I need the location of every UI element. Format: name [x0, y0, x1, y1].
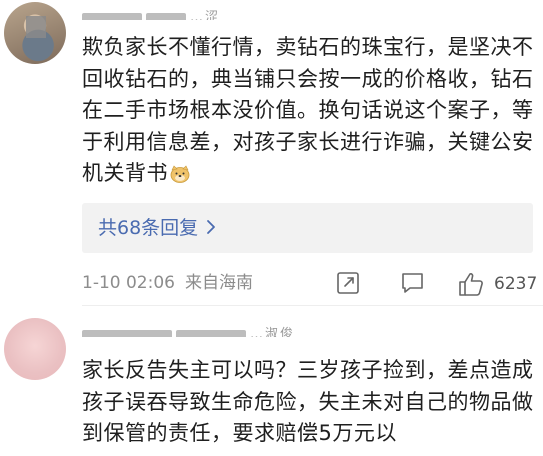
username[interactable]: …涩 — [82, 6, 262, 20]
comment-text-content: 家长反告失主可以吗？三岁孩子捡到，差点造成孩子误吞导致生命危险，失主未对自己的物… — [82, 358, 534, 445]
username-blur — [146, 13, 186, 20]
comment-text: 家长反告失主可以吗？三岁孩子捡到，差点造成孩子误吞导致生命危险，失主未对自己的物… — [82, 355, 537, 450]
comment-text: 欺负家长不懂行情，卖钻石的珠宝行，是坚决不回收钻石的，典当铺只会按一成的价格收，… — [82, 32, 537, 190]
comment-location: 来自海南 — [184, 273, 253, 293]
username-blur — [82, 330, 172, 337]
avatar-blur — [26, 16, 46, 38]
view-replies-link[interactable]: 共68条回复 — [98, 216, 216, 240]
username-blur — [82, 13, 142, 20]
share-icon[interactable] — [336, 271, 362, 295]
comment-icon[interactable] — [400, 271, 426, 295]
comment-item: …涩 欺负家长不懂行情，卖钻石的珠宝行，是坚决不回收钻石的，典当铺只会按一成的价… — [0, 0, 543, 305]
chevron-right-icon — [207, 220, 216, 234]
username[interactable]: …淑俊 — [82, 323, 322, 337]
thumbs-up-icon — [459, 273, 483, 296]
avatar[interactable] — [4, 318, 66, 380]
timestamp: 1-10 02:06 来自海南 — [82, 271, 263, 295]
like-button[interactable]: 6237 — [458, 271, 538, 297]
doge-emoji-icon — [170, 165, 190, 183]
username-text: …淑俊 — [250, 327, 296, 337]
username-blur — [176, 330, 246, 337]
replies-label: 共68条回复 — [98, 217, 199, 239]
username-text: …涩 — [190, 10, 221, 20]
comment-text-content: 欺负家长不懂行情，卖钻石的珠宝行，是坚决不回收钻石的，典当铺只会按一成的价格收，… — [82, 35, 534, 185]
comment-meta: 1-10 02:06 来自海南 6237 — [82, 271, 538, 297]
comment-date: 1-10 02:06 — [82, 273, 175, 293]
like-count: 6237 — [494, 274, 538, 294]
replies-box: 共68条回复 — [82, 203, 533, 253]
divider — [82, 305, 543, 306]
avatar[interactable] — [4, 2, 66, 64]
